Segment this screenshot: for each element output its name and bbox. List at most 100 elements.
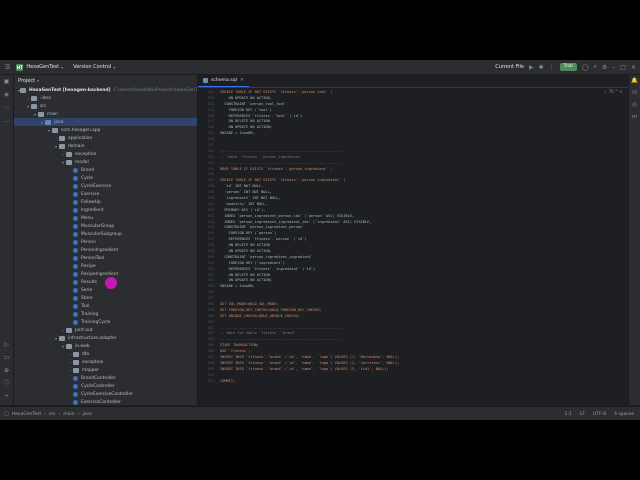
line-number[interactable]: 370 (198, 373, 220, 377)
settings-icon[interactable]: ⚙ (602, 64, 607, 71)
tree-item[interactable]: › mapper (14, 366, 197, 374)
git-tool-icon[interactable]: ⑂ (0, 390, 13, 403)
tree-item[interactable]: Training (14, 310, 197, 318)
tree-item[interactable]: MuscularSubgroup (14, 230, 197, 238)
more-tools-icon[interactable]: … (0, 114, 13, 127)
tree-item[interactable]: › exception (14, 150, 197, 158)
tree-item[interactable]: TrainingCycle (14, 318, 197, 326)
problems-tool-icon[interactable]: ⓘ (0, 377, 13, 390)
tree-item[interactable]: MuscularGroup (14, 222, 197, 230)
tree-item[interactable]: CycleExerciseController (14, 390, 197, 398)
line-number[interactable]: 360 (198, 314, 220, 318)
tree-item[interactable]: Ingredient (14, 206, 197, 214)
tree-item[interactable]: ▾ java (14, 118, 197, 126)
run-icon[interactable]: ▶ (529, 64, 534, 71)
line-number[interactable]: 330 (198, 137, 220, 141)
tree-item[interactable]: PersonTool (14, 254, 197, 262)
tree-item[interactable]: › application (14, 134, 197, 142)
tree-item[interactable]: FollowUp (14, 198, 197, 206)
tree-item[interactable]: Brand (14, 166, 197, 174)
line-number[interactable]: 352 (198, 267, 220, 271)
line-number[interactable]: 348 (198, 243, 220, 247)
line-number[interactable]: 343 (198, 214, 220, 218)
more-icon[interactable]: ⋮ (549, 64, 555, 71)
line-number[interactable]: 362 (198, 326, 220, 330)
line-number[interactable]: 364 (198, 337, 220, 341)
notifications-icon[interactable]: 🔔 (629, 75, 640, 87)
structure-tool-icon[interactable]: ⋯ (0, 101, 13, 114)
line-number[interactable]: 346 (198, 231, 220, 235)
tree-item[interactable]: RecipeIngredient (14, 270, 197, 278)
line-number[interactable]: 338 (198, 184, 220, 188)
line-number[interactable]: 365 (198, 343, 220, 347)
caret-position[interactable]: 1:1 (565, 412, 572, 417)
tree-item[interactable]: ▾ model (14, 158, 197, 166)
line-number[interactable]: 327 (198, 119, 220, 123)
close-tab-icon[interactable]: ✕ (240, 78, 244, 83)
line-number[interactable]: 322 (198, 90, 220, 94)
line-number[interactable]: 350 (198, 255, 220, 259)
breadcrumb-item[interactable]: main (63, 412, 74, 417)
tree-item[interactable]: ▾ src (14, 102, 197, 110)
line-number[interactable]: 332 (198, 149, 220, 153)
line-number[interactable]: 371 (198, 379, 220, 383)
vcs-menu[interactable]: Version Control ▾ (73, 64, 115, 70)
user-icon[interactable]: ◯ (582, 64, 589, 71)
tree-item[interactable]: ▾ domain (14, 142, 197, 150)
close-icon[interactable]: ✕ (631, 64, 636, 71)
chevron-down-icon[interactable]: ▾ (37, 78, 39, 83)
project-panel-title[interactable]: Project (18, 78, 35, 84)
line-number[interactable]: 339 (198, 190, 220, 194)
line-number[interactable]: 337 (198, 178, 220, 182)
services-tool-icon[interactable]: ⊕ (0, 364, 13, 377)
tree-item[interactable]: › exception (14, 358, 197, 366)
search-icon[interactable]: ⌕ (594, 63, 597, 71)
breadcrumb-item[interactable]: HexaGenTest (12, 412, 41, 417)
line-number[interactable]: 344 (198, 220, 220, 224)
tree-item[interactable]: › port.out (14, 326, 197, 334)
line-number[interactable]: 363 (198, 331, 220, 335)
run-config-selector[interactable]: Current File (495, 64, 524, 70)
tree-item[interactable]: › .idea (14, 94, 197, 102)
tree-item[interactable]: ▾ infrastructure.adapter (14, 334, 197, 342)
indent-setting[interactable]: 4 spaces (614, 412, 634, 417)
line-number[interactable]: 358 (198, 302, 220, 306)
tree-item[interactable]: Person (14, 238, 197, 246)
line-separator[interactable]: LF (580, 412, 585, 417)
line-number[interactable]: 349 (198, 249, 220, 253)
line-number[interactable]: 359 (198, 308, 220, 312)
commit-tool-icon[interactable]: ◈ (0, 88, 13, 101)
tree-item[interactable]: BrandController (14, 374, 197, 382)
tree-item[interactable]: CycleExercise (14, 182, 197, 190)
breadcrumb-item[interactable]: src (49, 412, 56, 417)
line-number[interactable]: 325 (198, 108, 220, 112)
tree-item[interactable]: ExerciseController (14, 398, 197, 405)
line-number[interactable]: 353 (198, 273, 220, 277)
line-number[interactable]: 323 (198, 96, 220, 100)
line-number[interactable]: 326 (198, 114, 220, 118)
line-number[interactable]: 366 (198, 349, 220, 353)
line-number[interactable]: 324 (198, 102, 220, 106)
project-switcher[interactable]: HT HexaGenTest ▾ (16, 63, 63, 71)
line-number[interactable]: 368 (198, 361, 220, 365)
tab-schema-sql[interactable]: schema.sql ✕ (198, 75, 249, 87)
tree-item[interactable]: ▾ com.hexagen.app (14, 126, 197, 134)
line-number[interactable]: 340 (198, 196, 220, 200)
line-number[interactable]: 361 (198, 320, 220, 324)
line-number[interactable]: 356 (198, 290, 220, 294)
line-number[interactable]: 357 (198, 296, 220, 300)
line-number[interactable]: 342 (198, 208, 220, 212)
gradle-icon[interactable]: ◎ (629, 99, 640, 111)
tree-item[interactable]: Cycle (14, 174, 197, 182)
tree-item[interactable]: Serie (14, 286, 197, 294)
tree-item[interactable]: Menu (14, 214, 197, 222)
tree-item[interactable]: Exercise (14, 190, 197, 198)
run-tool-icon[interactable]: ▷ (0, 338, 13, 351)
tree-item[interactable]: › dto (14, 350, 197, 358)
line-number[interactable]: 369 (198, 367, 220, 371)
tree-item[interactable]: ▾ in.web (14, 342, 197, 350)
line-number[interactable]: 329 (198, 131, 220, 135)
menu-icon[interactable]: ☰ (5, 64, 10, 71)
line-number[interactable]: 345 (198, 225, 220, 229)
line-number[interactable]: 334 (198, 161, 220, 165)
